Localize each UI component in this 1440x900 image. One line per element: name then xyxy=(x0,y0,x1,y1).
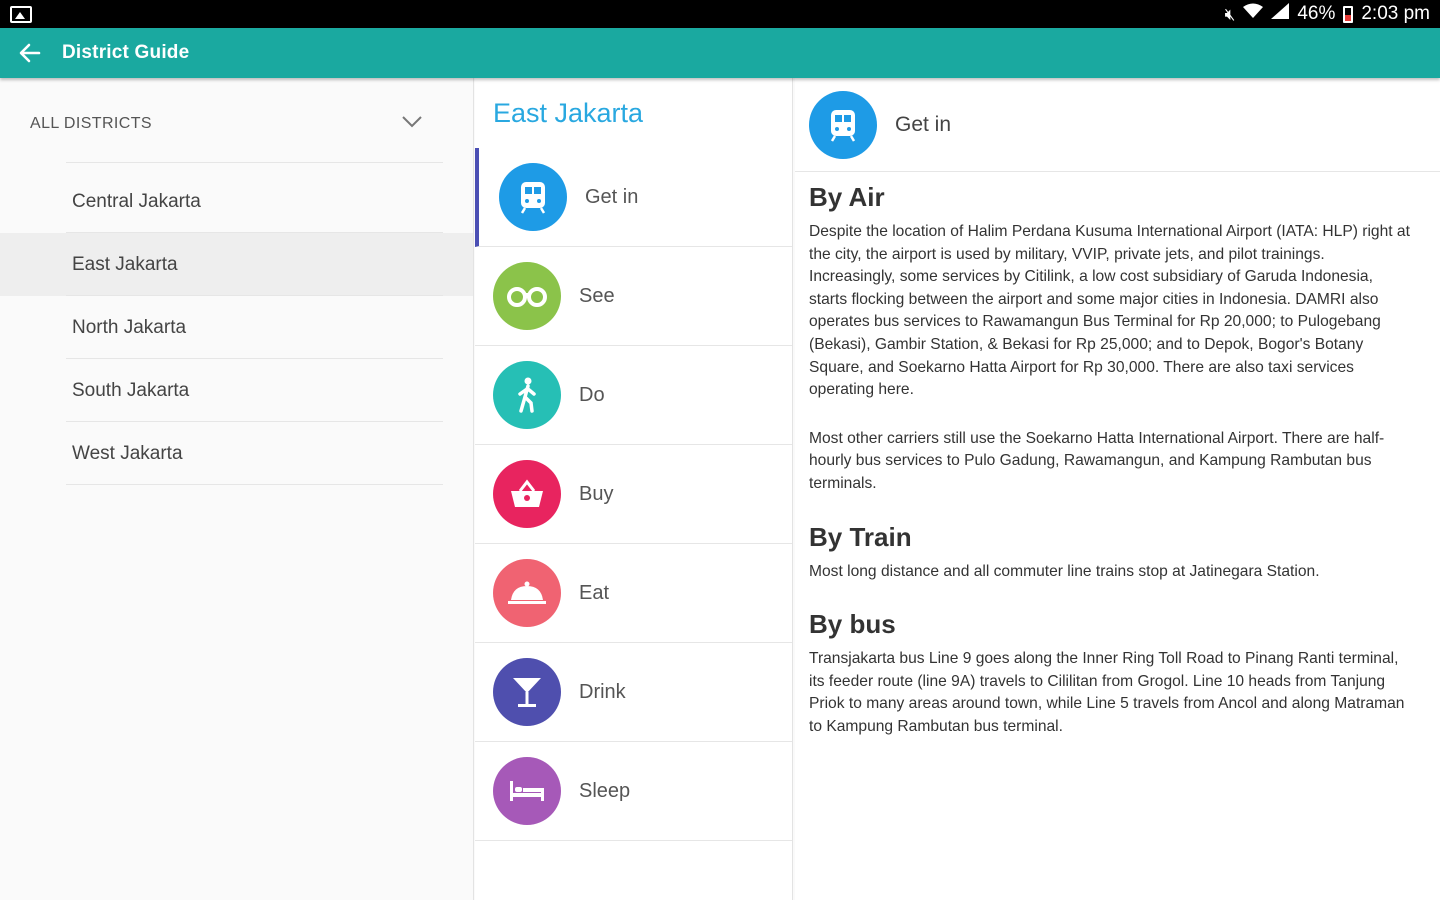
district-label: Central Jakarta xyxy=(72,190,201,212)
section-paragraph: Despite the location of Halim Perdana Ku… xyxy=(809,223,1410,399)
section-title: By Train xyxy=(809,521,912,552)
districts-panel: ALL DISTRICTS Central Jakarta East Jakar… xyxy=(0,78,474,900)
category-label: See xyxy=(579,284,615,307)
category-label: Get in xyxy=(585,185,639,208)
detail-panel: Get in By Air Despite the location of Ha… xyxy=(795,78,1440,900)
detail-title: Get in xyxy=(895,112,952,136)
signal-icon xyxy=(1271,3,1290,25)
category-label: Drink xyxy=(579,680,626,703)
back-arrow-icon[interactable] xyxy=(18,41,42,65)
districts-list: Central Jakarta East Jakarta North Jakar… xyxy=(0,162,473,485)
status-bar: 🔇︎ 46% 2:03 pm xyxy=(0,0,1440,28)
battery-percent: 46% xyxy=(1297,3,1336,24)
districts-dropdown[interactable]: ALL DISTRICTS xyxy=(0,78,473,170)
district-item-west-jakarta[interactable]: West Jakarta xyxy=(0,422,473,485)
category-get-in[interactable]: Get in xyxy=(475,148,792,247)
app-bar: District Guide xyxy=(0,28,1440,78)
district-item-central-jakarta[interactable]: Central Jakarta xyxy=(0,170,473,233)
train-icon xyxy=(809,90,877,159)
category-label: Eat xyxy=(579,581,610,604)
district-title: East Jakarta xyxy=(493,97,644,128)
district-label: South Jakarta xyxy=(72,379,190,401)
categories-panel: East Jakarta Get in See Do Buy Eat Drink… xyxy=(475,78,793,900)
clock: 2:03 pm xyxy=(1361,3,1430,24)
category-see[interactable]: See xyxy=(475,247,792,346)
binoculars-icon xyxy=(493,262,561,330)
section-title: By bus xyxy=(809,609,896,640)
chevron-down-icon xyxy=(401,115,423,134)
bed-icon xyxy=(493,757,561,825)
section-title: By Air xyxy=(809,182,885,212)
detail-header: Get in xyxy=(795,78,1440,172)
category-label: Sleep xyxy=(579,779,631,802)
walking-person-icon xyxy=(493,361,561,429)
district-item-east-jakarta[interactable]: East Jakarta xyxy=(0,233,473,296)
district-label: North Jakarta xyxy=(72,316,187,338)
section-paragraph: Most long distance and all commuter line… xyxy=(809,562,1320,580)
districts-header-label: ALL DISTRICTS xyxy=(30,115,152,132)
category-sleep[interactable]: Sleep xyxy=(475,742,792,841)
district-label: West Jakarta xyxy=(72,442,183,464)
app-title: District Guide xyxy=(62,42,190,63)
battery-icon xyxy=(1343,5,1354,23)
district-item-north-jakarta[interactable]: North Jakarta xyxy=(0,296,473,359)
gallery-notification-icon xyxy=(10,5,32,23)
food-cloche-icon xyxy=(493,559,561,627)
mute-icon: 🔇︎ xyxy=(1224,4,1236,24)
category-drink[interactable]: Drink xyxy=(475,643,792,742)
district-item-south-jakarta[interactable]: South Jakarta xyxy=(0,359,473,422)
category-do[interactable]: Do xyxy=(475,346,792,445)
category-label: Do xyxy=(579,383,605,406)
train-icon xyxy=(499,163,567,231)
district-label: East Jakarta xyxy=(72,253,178,275)
category-eat[interactable]: Eat xyxy=(475,544,792,643)
section-paragraph: Transjakarta bus Line 9 goes along the I… xyxy=(809,650,1405,735)
category-label: Buy xyxy=(579,482,614,505)
wifi-icon xyxy=(1243,3,1264,25)
category-buy[interactable]: Buy xyxy=(475,445,792,544)
cocktail-icon xyxy=(493,658,561,726)
detail-content: By Air Despite the location of Halim Per… xyxy=(795,172,1440,739)
section-paragraph: Most other carriers still use the Soekar… xyxy=(809,429,1385,492)
shopping-basket-icon xyxy=(493,460,561,528)
